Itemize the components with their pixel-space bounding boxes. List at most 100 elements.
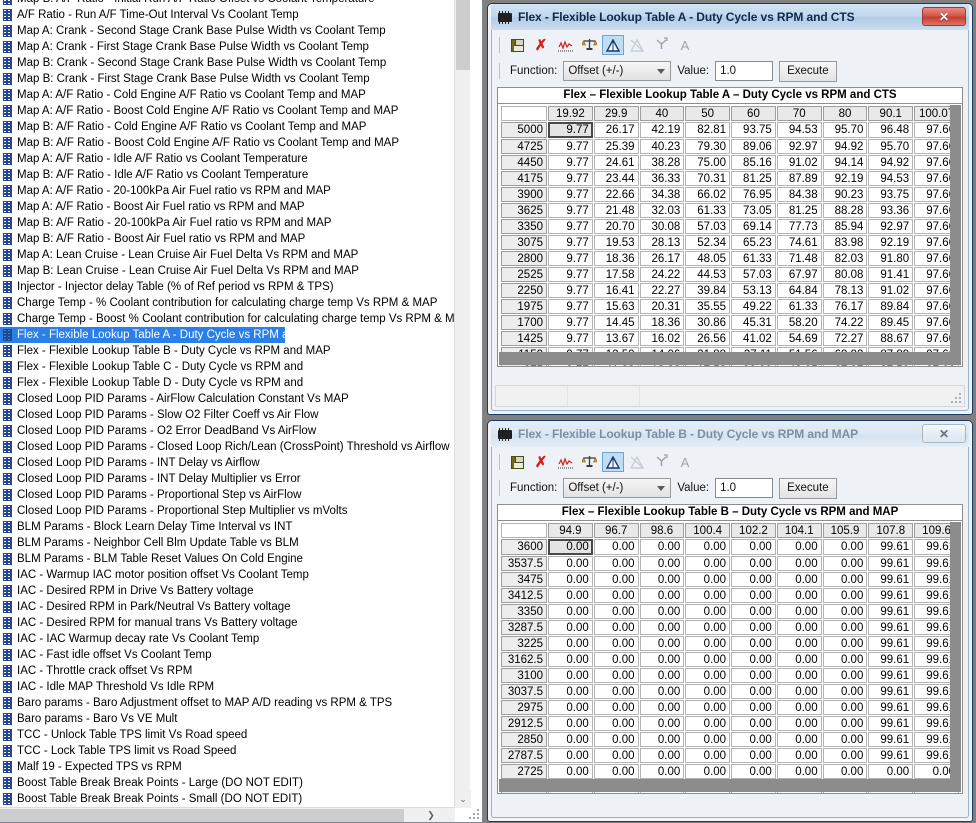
table-cell[interactable]: 0.00 xyxy=(731,668,776,683)
column-header[interactable]: 60 xyxy=(731,106,776,121)
interpolate-icon[interactable] xyxy=(602,35,624,55)
table-cell[interactable]: 57.03 xyxy=(731,267,776,282)
table-cell[interactable]: 0.00 xyxy=(685,732,731,747)
list-item-selected[interactable]: Flex - Flexible Lookup Table A - Duty Cy… xyxy=(0,327,327,343)
list-item[interactable]: Map A: A/F Ratio - Cold Engine A/F Ratio… xyxy=(0,87,455,103)
table-cell[interactable]: 0.00 xyxy=(685,636,731,651)
table-cell[interactable]: 41.02 xyxy=(731,331,776,346)
table-cell[interactable]: 0.00 xyxy=(822,620,868,635)
table-b-grid[interactable]: 94.9 96.7 98.6 100.4 102.2 104.1 105.9 107.8 109… xyxy=(500,522,960,793)
column-header[interactable]: 102.2 xyxy=(731,523,776,538)
table-cell[interactable]: 0.00 xyxy=(822,604,868,619)
table-cell[interactable]: 26.56 xyxy=(685,331,731,346)
table-cell[interactable]: 99.61 xyxy=(868,652,914,667)
table-cell[interactable]: 0.00 xyxy=(593,636,639,651)
table-cell[interactable]: 0.00 xyxy=(731,732,776,747)
chevron-down-icon[interactable]: ⌄ xyxy=(455,790,471,808)
list-item[interactable]: BLM Params - Neighbor Cell Blm Update Ta… xyxy=(0,535,455,551)
list-item[interactable]: Map A: Crank - Second Stage Crank Base P… xyxy=(0,23,455,39)
list-item[interactable]: Charge Temp - Boost % Coolant contributi… xyxy=(0,311,455,327)
table-cell[interactable]: 0.00 xyxy=(548,604,593,619)
table-cell[interactable]: 0.00 xyxy=(548,748,593,763)
list-item[interactable]: Injector - Injector delay Table (% of Re… xyxy=(0,279,455,295)
table-a-vertical-scrollbar[interactable] xyxy=(950,105,961,365)
list-item[interactable]: IAC - Idle MAP Threshold Vs Idle RPM xyxy=(0,679,455,695)
table-cell[interactable]: 85.94 xyxy=(822,219,868,234)
table-cell[interactable]: 91.41 xyxy=(868,267,914,282)
table-cell[interactable]: 79.30 xyxy=(685,139,731,154)
table-cell[interactable]: 48.05 xyxy=(685,251,731,266)
row-header[interactable]: 5000 xyxy=(501,122,547,138)
table-cell[interactable]: 0.00 xyxy=(776,556,822,571)
table-a-grid[interactable]: 19.92 29.9 40 50 60 70 80 90.1 100.07 5000 9.77 26.… xyxy=(500,105,960,366)
row-header[interactable]: 4175 xyxy=(501,171,547,186)
table-cell[interactable]: 94.53 xyxy=(868,171,914,186)
list-item[interactable]: Closed Loop PID Params - AirFlow Calcula… xyxy=(0,391,455,407)
column-header[interactable]: 19.92 xyxy=(548,106,593,121)
table-cell[interactable]: 45.31 xyxy=(731,315,776,330)
table-cell[interactable]: 0.00 xyxy=(593,652,639,667)
table-cell[interactable]: 0.00 xyxy=(776,716,822,731)
table-cell[interactable]: 0.00 xyxy=(731,604,776,619)
table-cell[interactable]: 0.00 xyxy=(776,748,822,763)
table-cell[interactable]: 57.03 xyxy=(685,219,731,234)
list-item[interactable]: TCC - Unlock Table TPS limit Vs Road spe… xyxy=(0,727,455,743)
row-header[interactable]: 2800 xyxy=(501,251,547,266)
table-cell[interactable]: 0.00 xyxy=(548,684,593,699)
table-cell[interactable]: 0.00 xyxy=(593,732,639,747)
row-header[interactable]: 3100 xyxy=(501,668,547,683)
table-cell[interactable]: 80.08 xyxy=(822,267,868,282)
list-item[interactable]: IAC - Warmup IAC motor position offset V… xyxy=(0,567,455,583)
table-cell[interactable]: 95.70 xyxy=(868,139,914,154)
table-cell[interactable]: 99.61 xyxy=(868,620,914,635)
table-cell[interactable]: 22.66 xyxy=(593,187,639,202)
list-item[interactable]: BLM Params - BLM Table Reset Values On C… xyxy=(0,551,455,567)
function-select[interactable]: Offset (+/-) xyxy=(563,478,672,498)
table-cell[interactable]: 69.14 xyxy=(731,219,776,234)
chevron-right-icon[interactable]: ❯ xyxy=(422,808,440,823)
row-header[interactable]: 4450 xyxy=(501,155,547,170)
row-header[interactable]: 2850 xyxy=(501,732,547,747)
list-item[interactable]: Boost Table Break Break Points - Large (… xyxy=(0,775,455,791)
save-icon[interactable] xyxy=(506,452,528,472)
table-cell[interactable]: 93.75 xyxy=(731,122,776,138)
delete-icon[interactable]: ✗ xyxy=(530,35,552,55)
table-cell[interactable]: 0.00 xyxy=(731,539,776,555)
list-item[interactable]: Boost Table Break Break Points - Small (… xyxy=(0,791,455,807)
table-cell[interactable]: 0.00 xyxy=(868,764,914,779)
close-button[interactable]: ✕ xyxy=(922,424,966,443)
table-cell[interactable]: 0.00 xyxy=(776,668,822,683)
list-item[interactable]: Map B: A/F Ratio - Idle A/F Ratio vs Coo… xyxy=(0,167,455,183)
column-header[interactable]: 96.7 xyxy=(593,523,639,538)
table-cell[interactable]: 82.81 xyxy=(685,122,731,138)
list-item[interactable]: A/F Ratio - Run A/F Time-Out Interval Vs… xyxy=(0,7,455,23)
row-header[interactable]: 3075 xyxy=(501,235,547,250)
table-cell[interactable]: 0.00 xyxy=(639,732,685,747)
row-header[interactable]: 3537.5 xyxy=(501,556,547,571)
table-cell[interactable]: 91.02 xyxy=(776,155,822,170)
list-item[interactable]: Map B: A/F Ratio - Boost Air Fuel ratio … xyxy=(0,231,455,247)
table-cell[interactable]: 87.89 xyxy=(776,171,822,186)
table-cell[interactable]: 0.00 xyxy=(639,539,685,555)
table-cell[interactable]: 0.00 xyxy=(548,636,593,651)
table-cell[interactable]: 9.77 xyxy=(548,203,593,218)
table-cell[interactable]: 0.00 xyxy=(822,652,868,667)
table-cell[interactable]: 0.00 xyxy=(776,588,822,603)
row-header[interactable]: 3037.5 xyxy=(501,684,547,699)
table-cell[interactable]: 0.00 xyxy=(593,556,639,571)
table-cell[interactable]: 77.73 xyxy=(776,219,822,234)
table-cell[interactable]: 88.67 xyxy=(868,331,914,346)
list-item[interactable]: Flex - Flexible Lookup Table C - Duty Cy… xyxy=(0,359,455,375)
table-cell[interactable]: 0.00 xyxy=(548,700,593,715)
table-list[interactable]: Map B: A/F Ratio - Initial Run A/F Ratio… xyxy=(0,0,455,808)
list-item[interactable]: Flex - Flexible Lookup Table B - Duty Cy… xyxy=(0,343,455,359)
table-cell[interactable]: 0.00 xyxy=(685,539,731,555)
table-cell[interactable]: 61.33 xyxy=(685,203,731,218)
table-cell[interactable]: 89.45 xyxy=(868,315,914,330)
table-cell[interactable]: 19.53 xyxy=(593,235,639,250)
list-item[interactable]: Map A: Crank - First Stage Crank Base Pu… xyxy=(0,39,455,55)
row-header[interactable]: 2250 xyxy=(501,283,547,298)
row-header[interactable]: 3162.5 xyxy=(501,652,547,667)
list-item[interactable]: Closed Loop PID Params - INT Delay Multi… xyxy=(0,471,455,487)
table-b-horizontal-scrollbar[interactable] xyxy=(499,779,950,792)
